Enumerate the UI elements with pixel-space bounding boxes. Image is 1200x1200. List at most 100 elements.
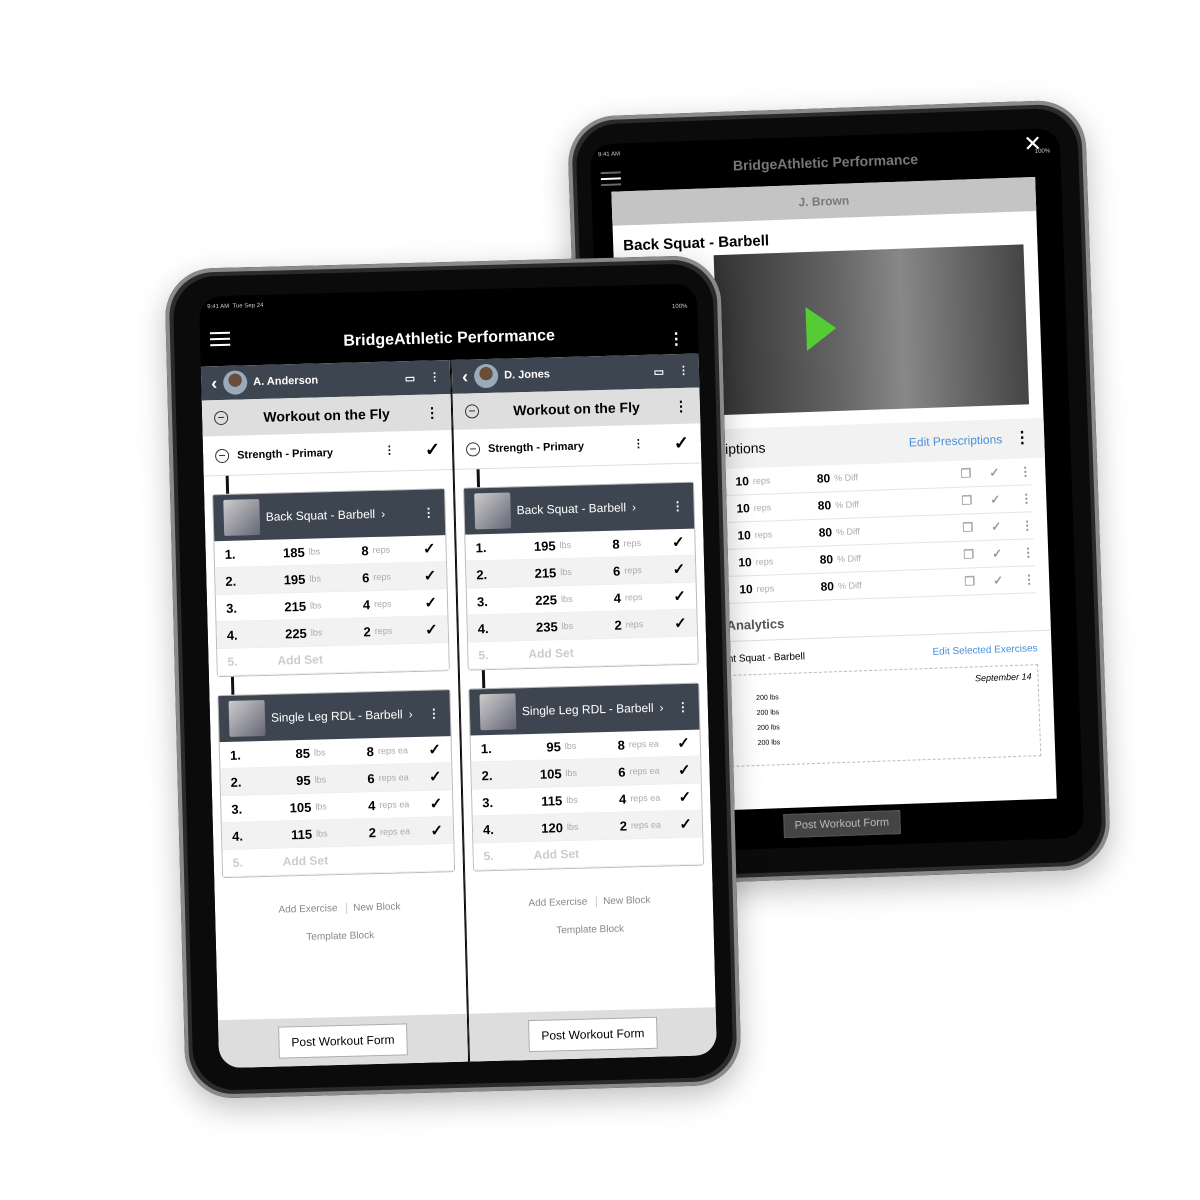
back-icon[interactable]: ‹ [211, 373, 218, 394]
more-icon[interactable]: ⋮ [428, 706, 440, 720]
check-icon[interactable]: ✓ [672, 533, 685, 551]
reps-value[interactable]: 4 [606, 791, 627, 807]
check-icon[interactable]: ✓ [428, 740, 441, 758]
reps-value[interactable]: 2 [351, 624, 371, 640]
more-icon[interactable]: ⋮ [671, 499, 683, 513]
weight-value[interactable]: 185 [274, 544, 305, 560]
weight-value[interactable]: 120 [533, 820, 563, 836]
reps-value[interactable]: 6 [600, 563, 621, 579]
post-workout-form-button[interactable]: Post Workout Form [783, 810, 901, 839]
reps-value[interactable]: 6 [354, 771, 375, 787]
edit-prescriptions-link[interactable]: Edit Prescriptions [909, 432, 1003, 449]
add-set-button[interactable]: Add Set [528, 646, 574, 661]
chevron-right-icon[interactable]: › [659, 701, 663, 715]
check-icon[interactable]: ✓ [992, 546, 1003, 560]
more-icon[interactable]: ⋮ [678, 364, 689, 376]
reps-value[interactable]: 8 [605, 737, 625, 753]
calendar-icon[interactable]: ▭ [653, 365, 665, 378]
weight-value[interactable]: 115 [532, 793, 562, 809]
chevron-right-icon[interactable]: › [408, 707, 412, 721]
more-icon[interactable]: ⋮ [423, 505, 435, 519]
add-set-button[interactable]: Add Set [534, 847, 580, 862]
check-icon[interactable]: ✓ [679, 815, 692, 833]
exercise-header[interactable]: Back Squat - Barbell › ⋮ [213, 489, 446, 542]
copy-icon[interactable]: ❐ [960, 466, 971, 480]
check-icon[interactable]: ✓ [674, 614, 687, 632]
add-set-row[interactable]: 5. Add Set [217, 643, 449, 677]
weight-value[interactable]: 95 [531, 739, 561, 755]
reps-value[interactable]: 6 [605, 764, 626, 780]
copy-icon[interactable]: ❐ [962, 520, 973, 534]
check-icon[interactable]: ✓ [673, 587, 686, 605]
exercise-thumbnail[interactable] [474, 492, 512, 530]
reps-value[interactable]: 2 [607, 818, 628, 834]
weight-value[interactable]: 225 [277, 625, 307, 641]
weight-value[interactable]: 195 [525, 538, 556, 554]
check-icon[interactable]: ✓ [674, 433, 690, 454]
exercise-thumbnail[interactable] [228, 699, 266, 737]
check-icon[interactable]: ✓ [424, 566, 437, 584]
more-icon[interactable]: ⋮ [668, 331, 684, 348]
menu-icon[interactable] [600, 171, 622, 187]
check-icon[interactable]: ✓ [425, 620, 438, 638]
new-block-button[interactable]: New Block [603, 895, 651, 907]
template-block-button[interactable]: Template Block [306, 930, 374, 943]
reps-value[interactable]: 8 [348, 543, 369, 559]
add-exercise-button[interactable]: Add Exercise [528, 897, 587, 910]
more-icon[interactable]: ⋮ [1019, 464, 1031, 478]
weight-value[interactable]: 95 [280, 772, 311, 788]
collapse-icon[interactable] [464, 404, 480, 419]
check-icon[interactable]: ✓ [991, 519, 1002, 533]
reps-value[interactable]: 2 [356, 825, 377, 841]
reps-value[interactable]: 8 [599, 536, 620, 552]
collapse-icon[interactable] [465, 441, 481, 457]
add-exercise-button[interactable]: Add Exercise [278, 903, 337, 916]
check-icon[interactable]: ✓ [425, 439, 441, 460]
collapse-icon[interactable] [214, 448, 230, 463]
exercise-thumbnail[interactable] [479, 693, 517, 731]
more-icon[interactable]: ⋮ [1022, 545, 1034, 559]
exercise-header[interactable]: Back Squat - Barbell › ⋮ [464, 482, 695, 535]
weight-value[interactable]: 215 [526, 565, 556, 581]
weight-value[interactable]: 105 [531, 766, 562, 782]
copy-icon[interactable]: ❐ [961, 493, 972, 507]
more-icon[interactable]: ⋮ [384, 444, 395, 456]
check-icon[interactable]: ✓ [429, 794, 443, 812]
new-block-button[interactable]: New Block [353, 901, 401, 913]
add-set-button[interactable]: Add Set [283, 853, 329, 868]
copy-icon[interactable]: ❐ [964, 574, 975, 588]
weight-value[interactable]: 235 [528, 619, 558, 635]
exercise-thumbnail[interactable] [223, 499, 261, 536]
check-icon[interactable]: ✓ [678, 788, 691, 806]
more-icon[interactable]: ⋮ [677, 700, 689, 714]
exercise-header[interactable]: Single Leg RDL - Barbell › ⋮ [218, 690, 451, 743]
post-workout-form-button[interactable]: Post Workout Form [278, 1023, 408, 1059]
more-icon[interactable]: ⋮ [1021, 518, 1033, 532]
more-icon[interactable]: ⋮ [674, 398, 688, 414]
template-block-button[interactable]: Template Block [556, 924, 624, 937]
chevron-right-icon[interactable]: › [381, 507, 385, 521]
add-set-button[interactable]: Add Set [277, 652, 323, 667]
reps-value[interactable]: 4 [355, 798, 376, 814]
more-icon[interactable]: ⋮ [1020, 491, 1032, 505]
check-icon[interactable]: ✓ [429, 767, 442, 785]
check-icon[interactable]: ✓ [423, 539, 436, 557]
check-icon[interactable]: ✓ [430, 821, 443, 839]
weight-value[interactable]: 85 [280, 745, 310, 761]
exercise-header[interactable]: Single Leg RDL - Barbell › ⋮ [469, 683, 700, 736]
reps-value[interactable]: 4 [601, 590, 622, 606]
check-icon[interactable]: ✓ [993, 573, 1004, 587]
more-icon[interactable]: ⋮ [425, 404, 439, 420]
play-icon[interactable] [805, 306, 838, 352]
more-icon[interactable]: ⋮ [633, 438, 644, 450]
check-icon[interactable]: ✓ [424, 593, 437, 611]
weight-value[interactable]: 115 [282, 826, 312, 842]
reps-value[interactable]: 2 [601, 617, 622, 633]
weight-value[interactable]: 215 [276, 598, 306, 614]
weight-value[interactable]: 225 [527, 592, 557, 608]
check-icon[interactable]: ✓ [677, 734, 690, 752]
check-icon[interactable]: ✓ [678, 761, 691, 779]
collapse-icon[interactable] [213, 410, 229, 426]
weight-value[interactable]: 105 [281, 799, 311, 815]
check-icon[interactable]: ✓ [989, 465, 1000, 479]
